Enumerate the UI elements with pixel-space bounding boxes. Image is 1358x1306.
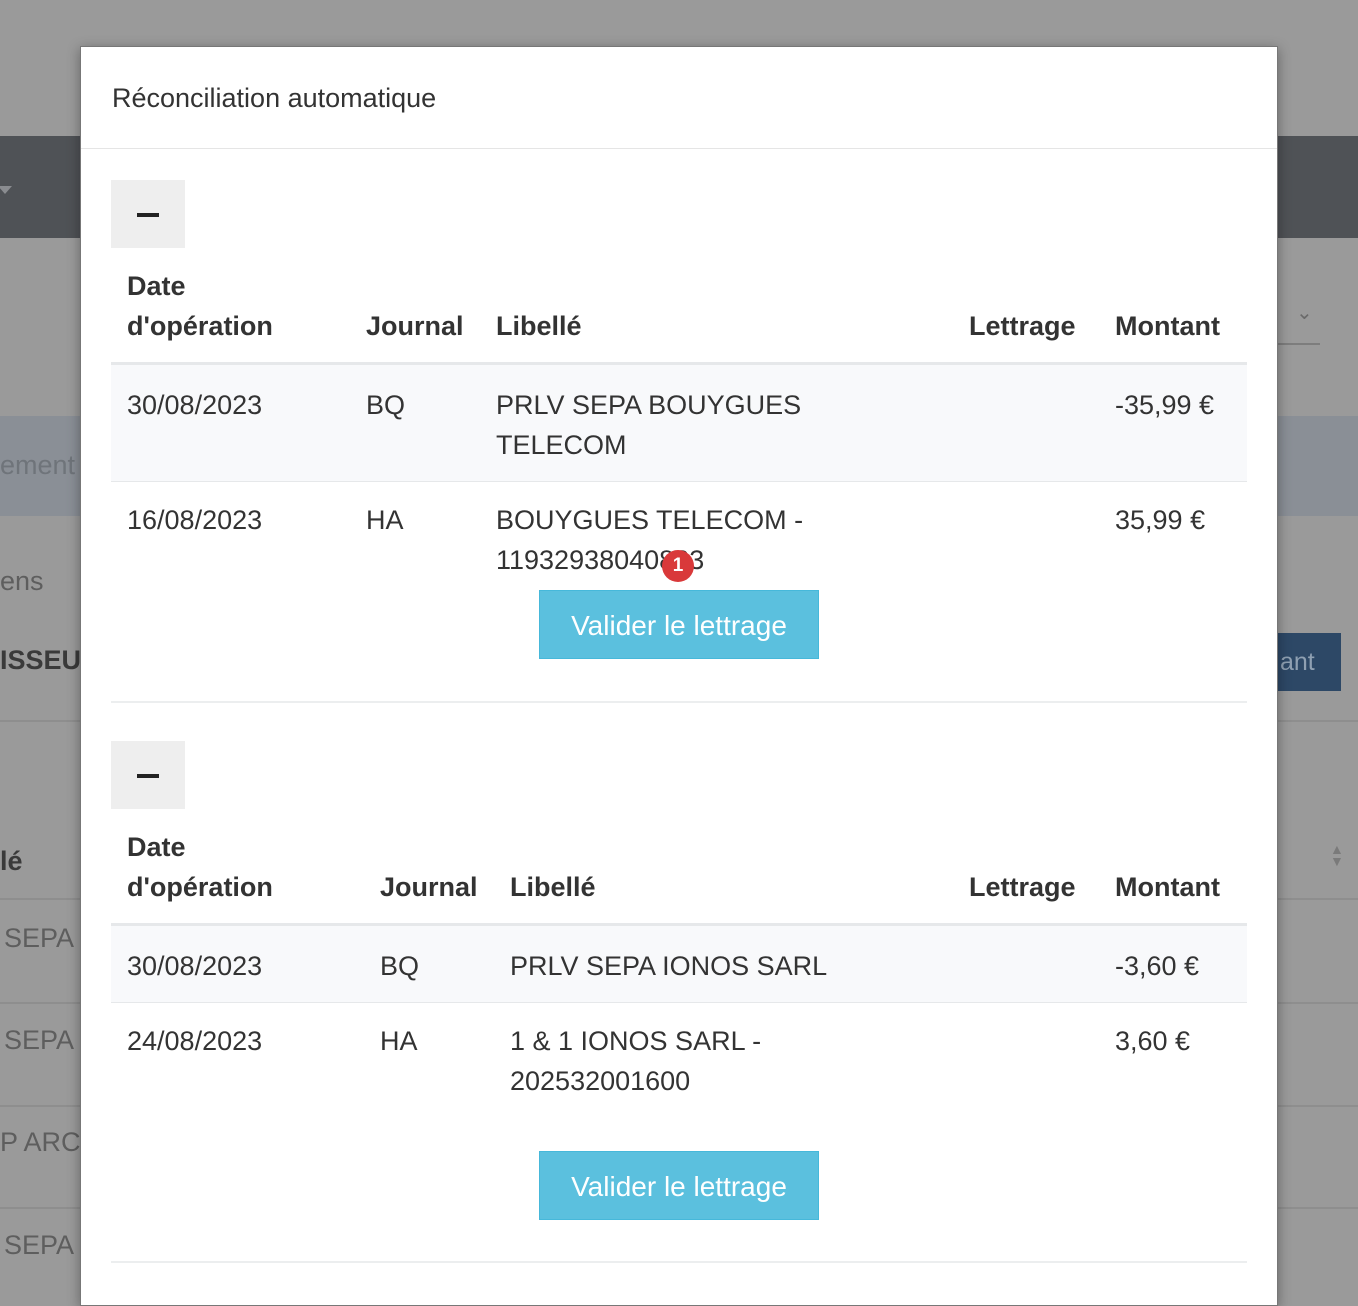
column-header-date: Date d'opération [111, 266, 350, 365]
matching-table: Date d'opération Journal Libellé Lettrag… [111, 827, 1247, 1119]
column-header-lettrage: Lettrage [953, 266, 1099, 365]
reconciliation-modal: Réconciliation automatique Date d'opérat… [80, 46, 1278, 1306]
minus-icon [137, 774, 159, 778]
cell-lettrage [953, 1003, 1099, 1120]
notification-badge: 1 [662, 550, 694, 582]
table-row: 24/08/2023 HA 1 & 1 IONOS SARL - 2025320… [111, 1003, 1247, 1120]
chevron-down-icon: ⌄ [1296, 302, 1313, 324]
button-container: Valider le lettrage [111, 1151, 1247, 1220]
cell-montant: 3,60 € [1115, 1026, 1191, 1056]
column-header-lettrage: Lettrage [953, 827, 1099, 926]
background-column-header: lé [0, 846, 23, 876]
background-text: ement [0, 450, 76, 480]
column-header-journal: Journal [350, 266, 480, 365]
background-select [1278, 343, 1320, 345]
collapse-button[interactable] [111, 180, 185, 248]
cell-journal: HA [366, 505, 404, 535]
cell-montant: 35,99 € [1115, 505, 1206, 535]
modal-title: Réconciliation automatique [112, 83, 437, 113]
cell-journal: HA [380, 1026, 418, 1056]
table-row: 30/08/2023 BQ PRLV SEPA BOUYGUES TELECOM… [111, 363, 1247, 482]
cell-lettrage [953, 482, 1099, 599]
cell-journal: BQ [364, 924, 494, 1003]
cell-date: 24/08/2023 [127, 1026, 263, 1056]
cell-lettrage [953, 363, 1099, 482]
background-text: ens [0, 566, 44, 596]
reconciliation-group: Date d'opération Journal Libellé Lettrag… [111, 741, 1247, 1263]
cell-libelle: PRLV SEPA BOUYGUES TELECOM [480, 363, 953, 482]
cell-libelle: 1 & 1 IONOS SARL - 202532001600 [510, 1026, 762, 1096]
background-cell: SEPA [4, 1025, 75, 1055]
table-header-row: Date d'opération Journal Libellé Lettrag… [111, 827, 1247, 926]
minus-icon [137, 213, 159, 217]
column-header-journal: Journal [364, 827, 494, 926]
table-row: 30/08/2023 BQ PRLV SEPA IONOS SARL -3,60… [111, 924, 1247, 1003]
column-header-libelle: Libellé [480, 266, 953, 365]
matching-table: Date d'opération Journal Libellé Lettrag… [111, 266, 1247, 598]
collapse-button[interactable] [111, 741, 185, 809]
sort-icon: ▲ ▼ [1330, 841, 1344, 869]
cell-date: 30/08/2023 [111, 363, 350, 482]
cell-libelle: BOUYGUES TELECOM - 11932938040823 [496, 505, 804, 575]
background-cell: SEPA [4, 923, 75, 953]
cell-journal: BQ [350, 363, 480, 482]
modal-header: Réconciliation automatique [81, 47, 1277, 149]
caret-down-icon [0, 186, 12, 194]
validate-lettrage-button[interactable]: Valider le lettrage [539, 1151, 819, 1220]
table-header-row: Date d'opération Journal Libellé Lettrag… [111, 266, 1247, 365]
cell-libelle: PRLV SEPA IONOS SARL [494, 924, 953, 1003]
button-container: 1 Valider le lettrage [111, 550, 1247, 659]
reconciliation-group: Date d'opération Journal Libellé Lettrag… [111, 180, 1247, 703]
cell-montant: -35,99 € [1099, 363, 1247, 482]
cell-date: 30/08/2023 [111, 924, 364, 1003]
cell-montant: -3,60 € [1099, 924, 1247, 1003]
background-cell: SEPA [4, 1230, 75, 1260]
validate-lettrage-button[interactable]: Valider le lettrage [539, 590, 819, 659]
cell-lettrage [953, 924, 1099, 1003]
column-header-date: Date d'opération [111, 827, 364, 926]
column-header-libelle: Libellé [494, 827, 953, 926]
background-heading: ISSEU [0, 645, 82, 675]
column-header-montant: Montant [1099, 266, 1247, 365]
column-header-montant: Montant [1099, 827, 1247, 926]
cell-date: 16/08/2023 [127, 505, 263, 535]
